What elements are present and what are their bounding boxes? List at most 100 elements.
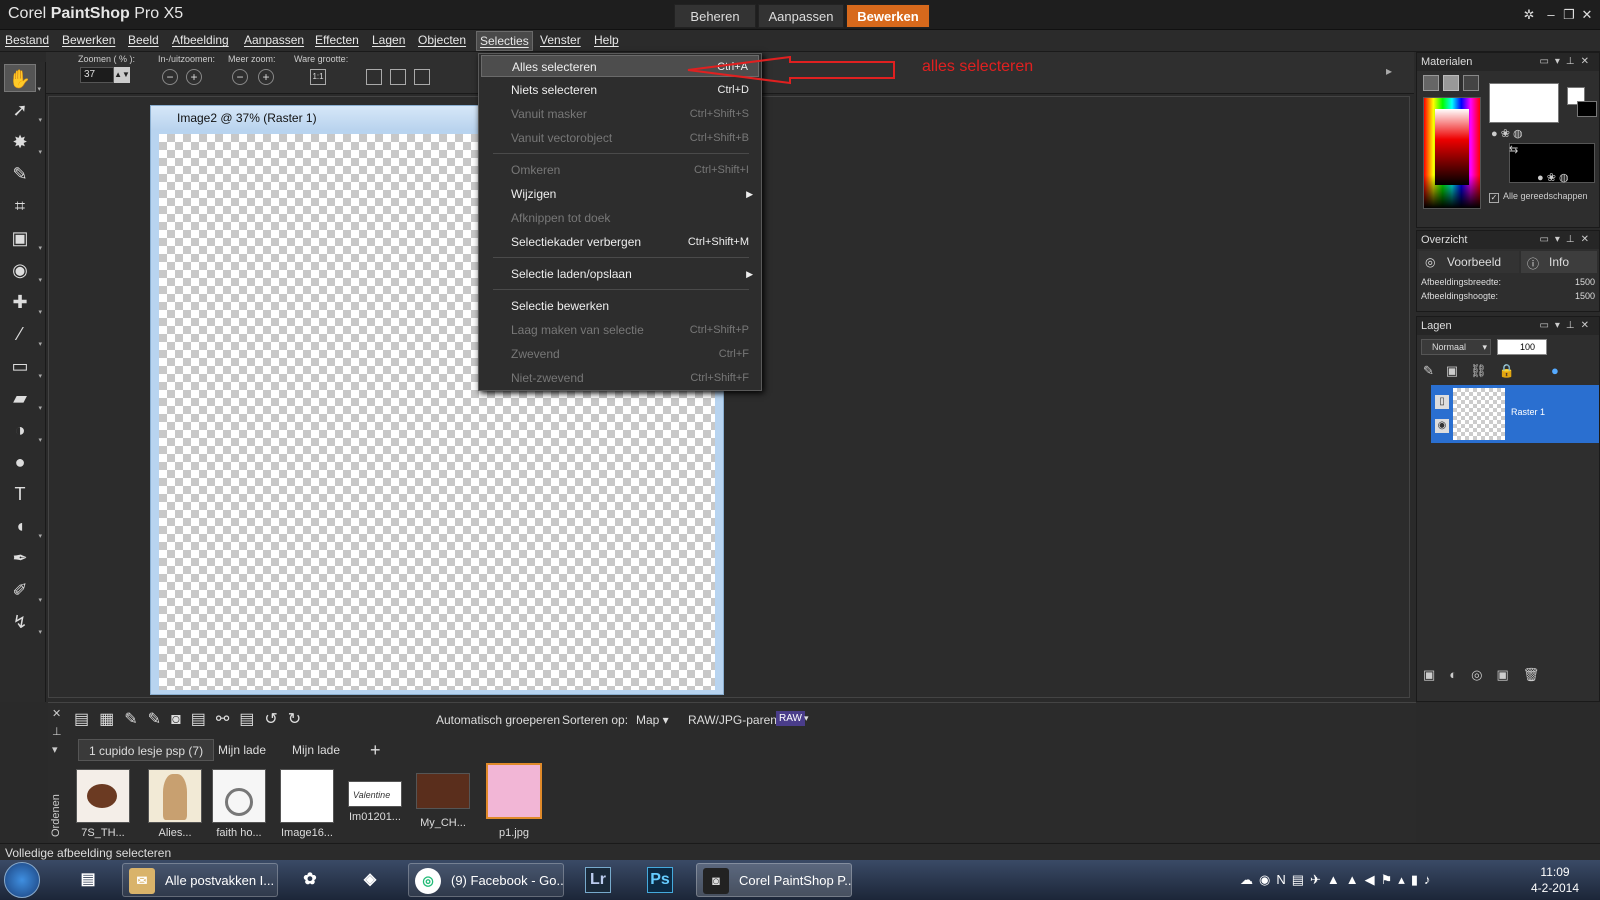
- sort-select[interactable]: Map ▾: [636, 713, 669, 727]
- menu-objecten[interactable]: Objecten: [418, 33, 466, 47]
- menu-beeld[interactable]: Beeld: [128, 33, 159, 47]
- eraser-icon[interactable]: ▰ ▾: [4, 384, 42, 412]
- menu-help[interactable]: Help: [594, 33, 619, 47]
- organizer-toolbar-icons[interactable]: ▤▦✎✎◙▤⚯▤↺↻: [74, 709, 311, 729]
- bg-style-icons[interactable]: ● ❀ ◍: [1537, 171, 1569, 184]
- actual-size-icon[interactable]: 1:1: [310, 69, 326, 85]
- color-gradient-box[interactable]: [1435, 109, 1469, 185]
- menu-effecten[interactable]: Effecten: [315, 33, 359, 47]
- menu-bewerken[interactable]: Bewerken: [62, 33, 115, 47]
- menu-item-selectie-bewerken[interactable]: Selectie bewerken: [481, 295, 759, 317]
- swap-colors-icon[interactable]: ⇆: [1509, 143, 1518, 156]
- explorer-icon[interactable]: ▤: [68, 863, 108, 897]
- menu-bestand[interactable]: Bestand: [5, 33, 49, 47]
- organizer-pin-icon[interactable]: ⊥: [52, 725, 62, 738]
- opacity-input[interactable]: 100: [1497, 339, 1547, 355]
- thumbnail-3[interactable]: [212, 769, 266, 823]
- paint-brush-icon[interactable]: ⁄ ▾: [4, 320, 42, 348]
- layer-tool-icons[interactable]: ✎▣⛓🔒: [1423, 363, 1527, 379]
- more-zoom-in-icon[interactable]: +: [258, 69, 274, 85]
- fit-screen-icon[interactable]: [414, 69, 430, 85]
- options-expand-icon[interactable]: ▸: [1386, 64, 1392, 78]
- menu-lagen[interactable]: Lagen: [372, 33, 405, 47]
- zoom-input[interactable]: 37: [80, 67, 114, 83]
- crop-tool-icon[interactable]: ⌗: [4, 192, 36, 220]
- close-button[interactable]: ✕: [1578, 6, 1596, 24]
- paintshop-small-icon[interactable]: ✿: [290, 863, 330, 897]
- swatches-tab-icon[interactable]: [1463, 75, 1479, 91]
- picture-tube-icon[interactable]: ▭ ▾: [4, 352, 42, 380]
- thumbnail-5[interactable]: Valentine: [348, 781, 402, 807]
- system-tray-icons[interactable]: ☁◉N▤✈▲▲◀⚑▴▮♪: [1240, 872, 1436, 888]
- lightroom-icon[interactable]: Lr: [578, 863, 618, 897]
- layer-group-icon[interactable]: ▯: [1435, 395, 1449, 409]
- menu-selecties[interactable]: Selecties: [476, 31, 533, 51]
- tab-cupido-lesje[interactable]: 1 cupido lesje psp (7): [78, 739, 215, 761]
- more-zoom-out-icon[interactable]: −: [232, 69, 248, 85]
- red-eye-icon[interactable]: ◉ ▾: [4, 256, 42, 284]
- dodge-icon[interactable]: ◑ ▾: [4, 416, 42, 444]
- flood-fill-icon[interactable]: ●: [4, 448, 36, 476]
- menu-venster[interactable]: Venster: [540, 33, 581, 47]
- smudge-icon[interactable]: ↯ ▾: [4, 608, 42, 636]
- layer-style-icon[interactable]: ●: [1551, 363, 1559, 378]
- tab-mijn-lade-1[interactable]: Mijn lade: [208, 739, 276, 761]
- background-small-swatch[interactable]: [1577, 101, 1597, 117]
- menu-item-wijzigen[interactable]: Wijzigen ▶: [481, 183, 759, 205]
- ati-icon[interactable]: ◈: [350, 863, 390, 897]
- organizer-close-icon[interactable]: ✕: [52, 707, 61, 720]
- restore-button[interactable]: ❐: [1560, 6, 1578, 24]
- magic-wand-icon[interactable]: ✸ ▾: [4, 128, 42, 156]
- all-tools-checkbox[interactable]: ✓: [1489, 193, 1499, 203]
- menu-item-selectie-laden-opslaan[interactable]: Selectie laden/opslaan ▶: [481, 263, 759, 285]
- dropper-icon[interactable]: ✎: [4, 160, 36, 188]
- rainbow-tab-icon[interactable]: [1443, 75, 1459, 91]
- thumbnail-4[interactable]: [280, 769, 334, 823]
- tab-beheren[interactable]: Beheren: [674, 4, 756, 28]
- blend-mode-select[interactable]: Normaal ▾: [1421, 339, 1491, 355]
- zoom-spinner[interactable]: ▲▼: [114, 67, 130, 83]
- minimize-button[interactable]: –: [1542, 6, 1560, 24]
- layer-bottom-toolbar[interactable]: ▣◐◎▣🗑: [1423, 667, 1553, 683]
- thumbnail-6[interactable]: [416, 773, 470, 809]
- fit-image-icon[interactable]: [390, 69, 406, 85]
- thumbnail-2[interactable]: [148, 769, 202, 823]
- foreground-color-swatch[interactable]: [1489, 83, 1559, 123]
- fit-window-icon[interactable]: [366, 69, 382, 85]
- layer-row-raster-1[interactable]: ▯ ◉ Raster 1: [1431, 385, 1599, 443]
- taskbar-mail[interactable]: ✉ Alle postvakken I...: [122, 863, 278, 897]
- menu-item-selectiekader-verbergen[interactable]: Selectiekader verbergen Ctrl+Shift+M: [481, 231, 759, 253]
- tab-aanpassen[interactable]: Aanpassen: [758, 4, 844, 28]
- zoom-out-icon[interactable]: −: [162, 69, 178, 85]
- tab-bewerken[interactable]: Bewerken: [846, 4, 930, 28]
- taskbar-chrome[interactable]: ◎ (9) Facebook - Go...: [408, 863, 564, 897]
- start-button[interactable]: [4, 862, 40, 898]
- clone-brush-icon[interactable]: ✚ ▾: [4, 288, 42, 316]
- shape-tool-icon[interactable]: ◖ ▾: [4, 512, 42, 540]
- tab-mijn-lade-2[interactable]: Mijn lade: [282, 739, 350, 761]
- style-icons[interactable]: ● ❀ ◍: [1491, 127, 1523, 140]
- organizer-menu-icon[interactable]: ▾: [52, 743, 58, 756]
- add-tab-button[interactable]: +: [360, 739, 391, 761]
- auto-group-button[interactable]: Automatisch groeperen: [436, 713, 560, 727]
- pan-tool-icon[interactable]: ✋ ▾: [4, 64, 41, 93]
- menu-aanpassen[interactable]: Aanpassen: [244, 33, 304, 47]
- warp-brush-icon[interactable]: ✐ ▾: [4, 576, 42, 604]
- palette-controls[interactable]: ▭▾⊥✕: [1539, 53, 1595, 71]
- palette-controls[interactable]: ▭▾⊥✕: [1539, 231, 1595, 249]
- raw-dropdown-icon[interactable]: ▾: [804, 713, 809, 724]
- photoshop-icon[interactable]: Ps: [640, 863, 680, 897]
- zoom-in-icon[interactable]: +: [186, 69, 202, 85]
- pen-tool-icon[interactable]: ✒: [4, 544, 36, 572]
- text-tool-icon[interactable]: T: [4, 480, 36, 508]
- thumbnail-1[interactable]: [76, 769, 130, 823]
- settings-icon[interactable]: ✲: [1520, 6, 1538, 24]
- palette-controls[interactable]: ▭▾⊥✕: [1539, 317, 1595, 335]
- straighten-icon[interactable]: ▣ ▾: [4, 224, 42, 252]
- taskbar-paintshop[interactable]: ◙ Corel PaintShop P...: [696, 863, 852, 897]
- visibility-eye-icon[interactable]: ◉: [1435, 419, 1449, 433]
- frame-tab-icon[interactable]: [1423, 75, 1439, 91]
- clock[interactable]: 11:09 4-2-2014: [1520, 864, 1590, 896]
- thumbnail-7-selected[interactable]: [486, 763, 542, 819]
- raw-badge[interactable]: RAW: [776, 711, 805, 726]
